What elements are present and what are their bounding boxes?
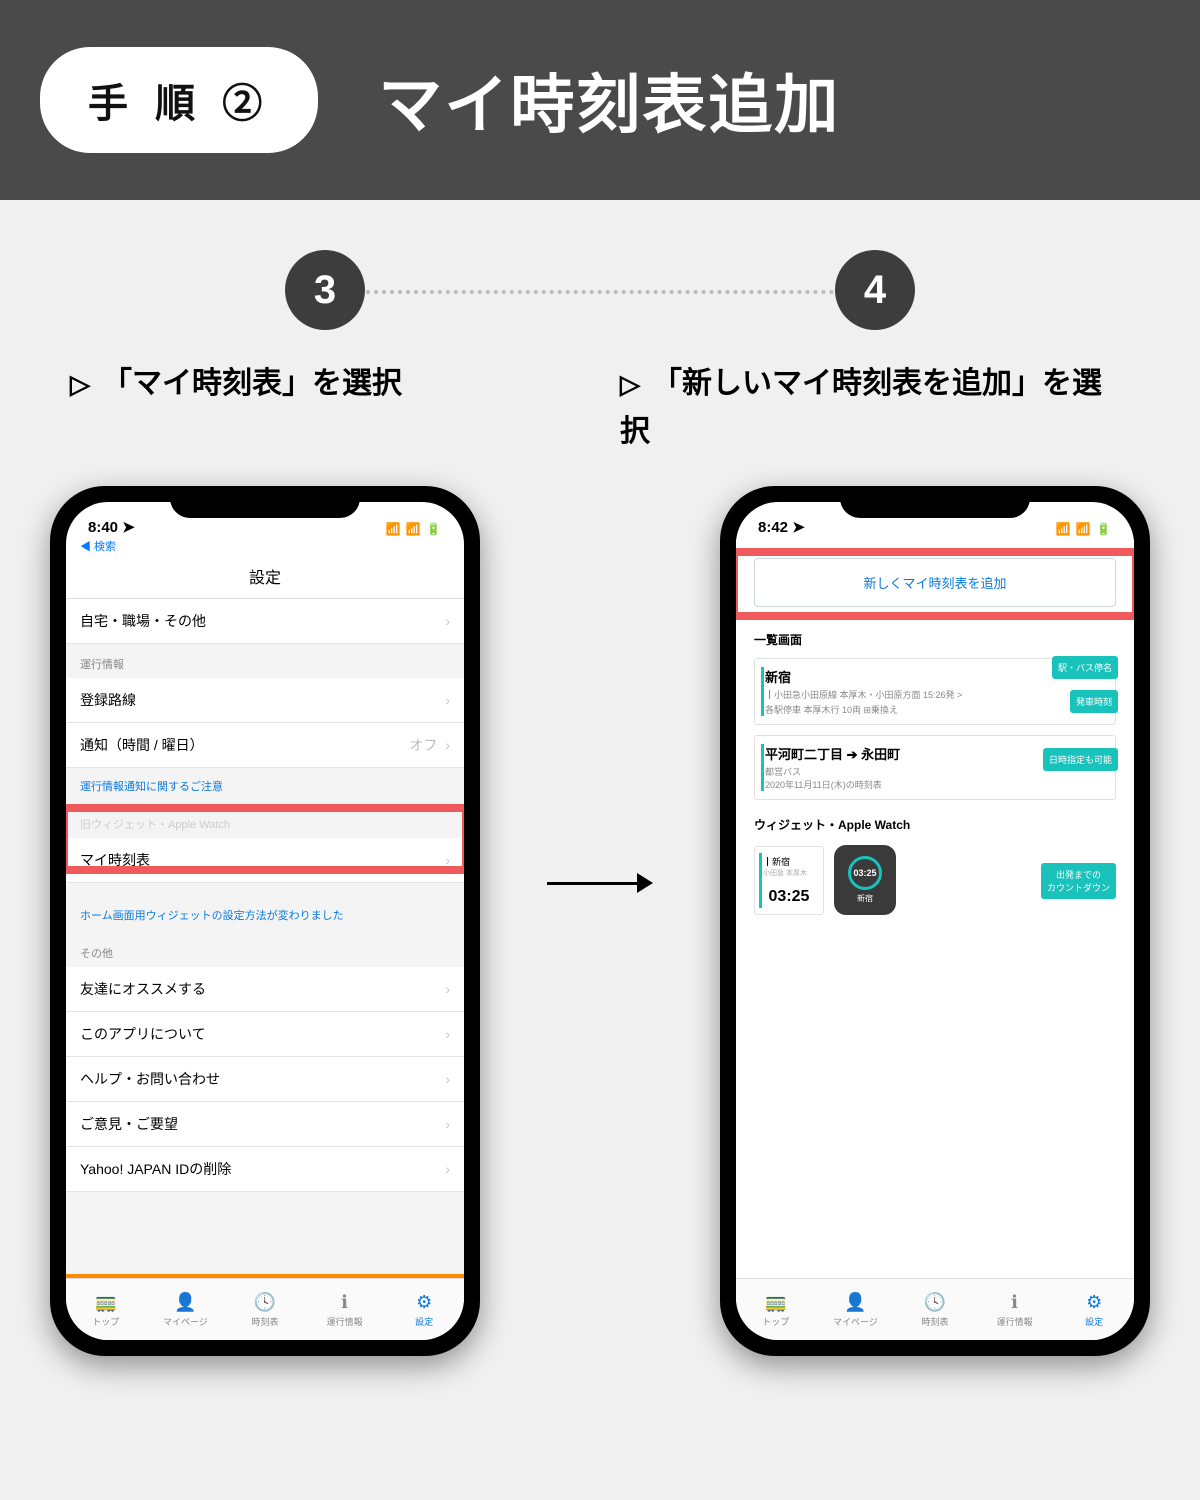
status-time: 8:42 ➤ [758, 518, 805, 536]
add-timetable-button[interactable]: 新しくマイ時刻表を追加 [754, 558, 1116, 607]
row-help[interactable]: ヘルプ・お問い合わせ› [66, 1057, 464, 1102]
row-my-timetable[interactable]: マイ時刻表› [66, 838, 464, 883]
caption-3-text: 「マイ時刻表」を選択 [102, 367, 402, 400]
tab-bar: 🚃トップ 👤マイページ 🕓時刻表 ℹ運行情報 ⚙設定 [66, 1278, 464, 1340]
row-about[interactable]: このアプリについて› [66, 1012, 464, 1057]
apple-watch-icon: 03:25 新宿 [834, 845, 896, 915]
timetable-guide: 新しくマイ時刻表を追加 一覧画面 新宿› ┃小田急小田原線 本厚木・小田原方面 … [736, 538, 1134, 1278]
captions-row: ▷「マイ時刻表」を選択 ▷「新しいマイ時刻表を追加」を選択 [50, 360, 1150, 456]
tab-timetable[interactable]: 🕓時刻表 [895, 1279, 975, 1340]
accent-bar-icon [761, 667, 764, 716]
tab-settings[interactable]: ⚙設定 [1054, 1279, 1134, 1340]
section-header: ウィジェット・Apple Watch [736, 810, 1134, 839]
section-header: 旧ウィジェット・Apple Watch [66, 804, 464, 838]
card-sub: ┃小田急小田原線 本厚木・小田原方面 15:26発 > [765, 688, 1105, 701]
caption-4: ▷「新しいマイ時刻表を追加」を選択 [600, 360, 1150, 456]
chevron-icon: › [445, 737, 450, 753]
header-bar: 手 順 ② マイ時刻表追加 [0, 0, 1200, 200]
callout-pill: 日時指定も可能 [1043, 748, 1118, 771]
tab-top[interactable]: 🚃トップ [66, 1279, 146, 1340]
clock-doc-icon: 🕓 [924, 1292, 946, 1313]
step-badge: 手 順 ② [40, 47, 318, 153]
widget-sub: 小田急 本厚木 [763, 868, 815, 878]
accent-bar-icon [759, 853, 762, 908]
arrow-right [547, 860, 653, 902]
row-home[interactable]: 自宅・職場・その他› [66, 599, 464, 644]
settings-list: 自宅・職場・その他› 運行情報 登録路線› 通知（時間 / 曜日）オフ› 運行情… [66, 599, 464, 1274]
phones-row: 8:40 ➤ 📶 📶 🔋 ◀ 検索 設定 自宅・職場・その他› 運行情報 登録路… [50, 486, 1150, 1356]
tab-mypage[interactable]: 👤マイページ [816, 1279, 896, 1340]
step-number-row: 3 4 [50, 250, 1150, 330]
chevron-icon: › [445, 1161, 450, 1177]
info-icon: ℹ [341, 1292, 348, 1313]
chevron-icon: › [445, 613, 450, 629]
header-title: マイ時刻表追加 [378, 54, 840, 146]
widget-row: ┃新宿 小田急 本厚木 03:25 03:25 新宿 出発までの カウントダウン [754, 845, 1116, 915]
spacer: 出発までの カウントダウン [906, 845, 1116, 915]
row-lines[interactable]: 登録路線› [66, 678, 464, 723]
card-sub: 各駅停車 本厚木行 10両 ⊞乗換え [765, 703, 1105, 716]
info-icon: ℹ [1011, 1292, 1018, 1313]
tab-settings[interactable]: ⚙設定 [384, 1279, 464, 1340]
status-icons: 📶 📶 🔋 [386, 522, 443, 536]
watch-label: 新宿 [857, 893, 873, 904]
triangle-icon: ▷ [70, 364, 90, 406]
gear-icon: ⚙ [1086, 1292, 1102, 1313]
back-button[interactable]: ◀ 検索 [66, 538, 464, 558]
row-feedback[interactable]: ご意見・ご要望› [66, 1102, 464, 1147]
chevron-icon: › [445, 981, 450, 997]
status-time: 8:40 ➤ [88, 518, 135, 536]
row-recommend[interactable]: 友達にオススメする› [66, 967, 464, 1012]
tab-timetable[interactable]: 🕓時刻表 [225, 1279, 305, 1340]
card-title: 新宿 [765, 667, 791, 686]
watch-ring: 03:25 [848, 856, 882, 890]
phone-notch [840, 486, 1030, 518]
tab-top[interactable]: 🚃トップ [736, 1279, 816, 1340]
chevron-icon: › [445, 1116, 450, 1132]
chevron-icon: › [445, 1071, 450, 1087]
row-notify[interactable]: 通知（時間 / 曜日）オフ› [66, 723, 464, 768]
widget-card: ┃新宿 小田急 本厚木 03:25 [754, 846, 824, 915]
card-title: 平河町二丁目 ➔ 永田町 [765, 744, 900, 763]
caption-4-text: 「新しいマイ時刻表を追加」を選択 [620, 367, 1102, 448]
step-circle-4: 4 [835, 250, 915, 330]
person-icon: 👤 [844, 1292, 866, 1313]
callout-pill: 発車時刻 [1070, 690, 1118, 713]
gear-icon: ⚙ [416, 1292, 432, 1313]
chevron-icon: › [445, 1026, 450, 1042]
train-icon: 🚃 [95, 1292, 117, 1313]
widget-time: 03:25 [763, 888, 815, 906]
row-yahoo-id[interactable]: Yahoo! JAPAN IDの削除› [66, 1147, 464, 1192]
triangle-icon: ▷ [620, 364, 640, 406]
callout-pill: 出発までの カウントダウン [1041, 863, 1116, 899]
screen-title: 設定 [66, 558, 464, 599]
section-header: 運行情報 [66, 644, 464, 678]
tab-info[interactable]: ℹ運行情報 [305, 1279, 385, 1340]
caption-3: ▷ 「マイ時刻表」を選択 [50, 360, 600, 456]
content-area: 3 4 ▷「マイ時刻表」を選択 ▷「新しいマイ時刻表を追加」を選択 8:40 ➤… [0, 200, 1200, 1500]
accent-bar-icon [761, 744, 764, 791]
status-icons: 📶 📶 🔋 [1056, 522, 1113, 536]
phone-notch [170, 486, 360, 518]
widget-label: ┃新宿 [763, 855, 815, 868]
chevron-icon: › [445, 692, 450, 708]
chevron-icon: › [445, 852, 450, 868]
tab-info[interactable]: ℹ運行情報 [975, 1279, 1055, 1340]
phone-mock-left: 8:40 ➤ 📶 📶 🔋 ◀ 検索 設定 自宅・職場・その他› 運行情報 登録路… [50, 486, 480, 1356]
person-icon: 👤 [174, 1292, 196, 1313]
phone-screen-left: 8:40 ➤ 📶 📶 🔋 ◀ 検索 設定 自宅・職場・その他› 運行情報 登録路… [66, 502, 464, 1340]
tab-bar: 🚃トップ 👤マイページ 🕓時刻表 ℹ運行情報 ⚙設定 [736, 1278, 1134, 1340]
connector-dots [358, 290, 842, 294]
callout-pill: 駅・バス停名 [1052, 656, 1118, 679]
phone-mock-right: 8:42 ➤ 📶 📶 🔋 新しくマイ時刻表を追加 一覧画面 新宿› ┃小田急小田… [720, 486, 1150, 1356]
phone-screen-right: 8:42 ➤ 📶 📶 🔋 新しくマイ時刻表を追加 一覧画面 新宿› ┃小田急小田… [736, 502, 1134, 1340]
tab-mypage[interactable]: 👤マイページ [146, 1279, 226, 1340]
step-circle-3: 3 [285, 250, 365, 330]
clock-doc-icon: 🕓 [254, 1292, 276, 1313]
train-icon: 🚃 [765, 1292, 787, 1313]
widget-note-link[interactable]: ホーム画面用ウィジェットの設定方法が変わりました [66, 883, 464, 933]
section-header: 一覧画面 [736, 625, 1134, 654]
section-header: その他 [66, 933, 464, 967]
notice-link[interactable]: 運行情報通知に関するご注意 [66, 768, 464, 804]
